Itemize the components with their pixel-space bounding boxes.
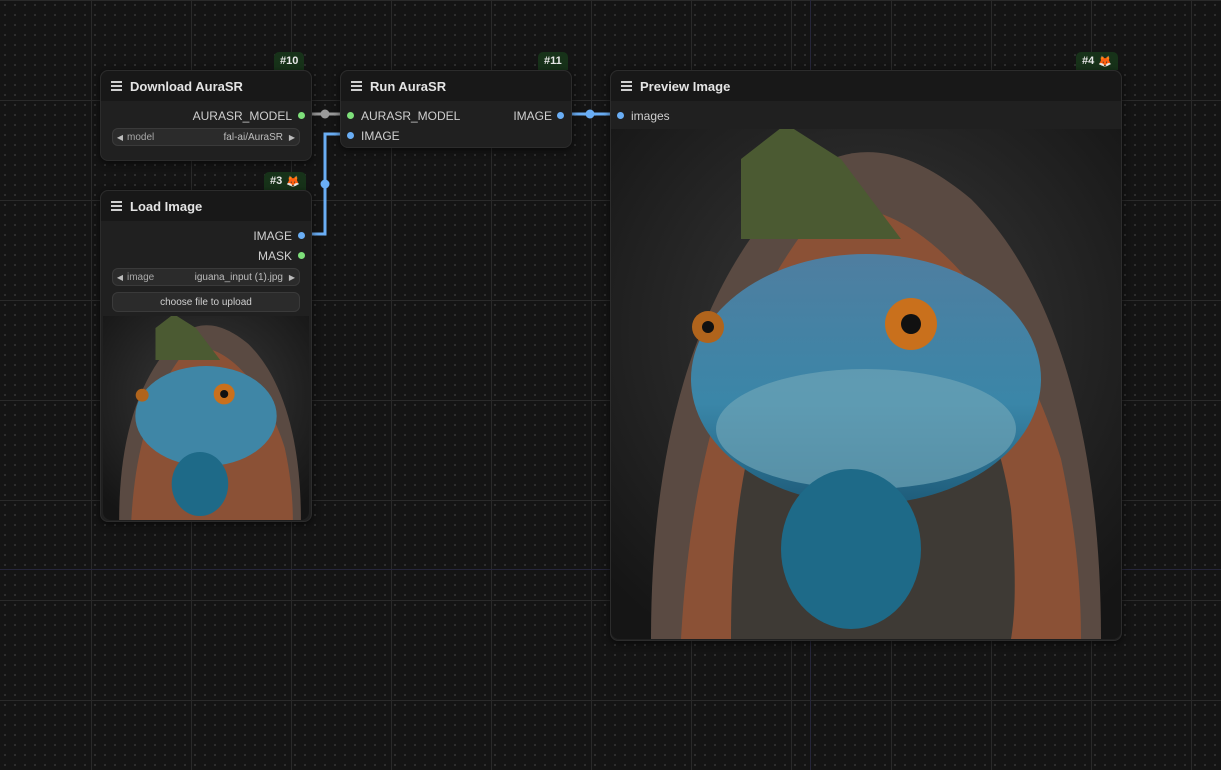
preview-image: [611, 129, 1121, 639]
input-slot-label: images: [631, 109, 670, 123]
output-slot-dot[interactable]: [298, 112, 305, 119]
iguana-image: [611, 129, 1121, 639]
download-aurasr-node[interactable]: Download AuraSR AURASR_MODEL ◀ model fal…: [100, 70, 312, 161]
node-id-label: #3: [270, 175, 283, 187]
fox-icon: 🦊: [1098, 55, 1112, 68]
input-slot-dot[interactable]: [347, 112, 354, 119]
arrow-right-icon[interactable]: ▶: [285, 273, 299, 282]
output-slot-label: AURASR_MODEL: [192, 109, 292, 123]
widget-value: fal-ai/AuraSR: [223, 131, 283, 143]
output-slot-dot[interactable]: [298, 232, 305, 239]
menu-icon[interactable]: [111, 81, 122, 91]
output-slot-label: MASK: [257, 249, 292, 263]
node-id-label: #11: [544, 55, 562, 67]
node-id-badge: #11: [538, 52, 568, 70]
node-header[interactable]: Run AuraSR: [341, 71, 571, 101]
widget-label: model: [127, 131, 155, 143]
iguana-thumbnail: [103, 316, 309, 520]
input-image-thumbnail: [103, 316, 309, 520]
output-slot-dot[interactable]: [298, 252, 305, 259]
preview-image-node[interactable]: Preview Image images: [610, 70, 1122, 641]
node-id-label: #10: [280, 55, 299, 67]
input-slot-dot[interactable]: [617, 112, 624, 119]
output-slot-dot[interactable]: [557, 112, 564, 119]
node-header[interactable]: Download AuraSR: [101, 71, 311, 101]
node-id-badge: #3 🦊: [264, 172, 306, 190]
output-slot-label: IMAGE: [513, 109, 552, 123]
model-combo-widget[interactable]: ◀ model fal-ai/AuraSR ▶: [112, 128, 300, 146]
node-id-label: #4: [1082, 55, 1095, 67]
node-header[interactable]: Load Image: [101, 191, 311, 221]
run-aurasr-node[interactable]: Run AuraSR AURASR_MODEL IMAGE IMAGE: [340, 70, 572, 148]
load-image-node[interactable]: Load Image IMAGE MASK ◀ image iguana_inp…: [100, 190, 312, 522]
node-id-badge: #10: [274, 52, 305, 70]
fox-icon: 🦊: [286, 175, 300, 188]
input-slot-label: AURASR_MODEL: [361, 109, 461, 123]
menu-icon[interactable]: [351, 81, 362, 91]
wire-model-midpoint: [320, 109, 330, 119]
input-slot-dot[interactable]: [347, 132, 354, 139]
node-title: Load Image: [130, 198, 203, 214]
widget-value: iguana_input (1).jpg: [194, 271, 283, 283]
node-title: Run AuraSR: [370, 78, 447, 94]
image-combo-widget[interactable]: ◀ image iguana_input (1).jpg ▶: [112, 268, 300, 286]
input-slot-label: IMAGE: [361, 129, 400, 143]
menu-icon[interactable]: [111, 201, 122, 211]
wire-load-image-midpoint: [320, 179, 330, 189]
arrow-right-icon[interactable]: ▶: [285, 133, 299, 142]
arrow-left-icon[interactable]: ◀: [113, 133, 127, 142]
upload-button-label: choose file to upload: [160, 296, 252, 308]
wire-preview-midpoint: [585, 109, 595, 119]
widget-label: image: [127, 271, 155, 283]
arrow-left-icon[interactable]: ◀: [113, 273, 127, 282]
node-title: Preview Image: [640, 78, 731, 94]
node-title: Download AuraSR: [130, 78, 243, 94]
menu-icon[interactable]: [621, 81, 632, 91]
node-id-badge: #4 🦊: [1076, 52, 1118, 70]
upload-button[interactable]: choose file to upload: [112, 292, 300, 312]
output-slot-label: IMAGE: [253, 229, 292, 243]
node-header[interactable]: Preview Image: [611, 71, 1121, 101]
